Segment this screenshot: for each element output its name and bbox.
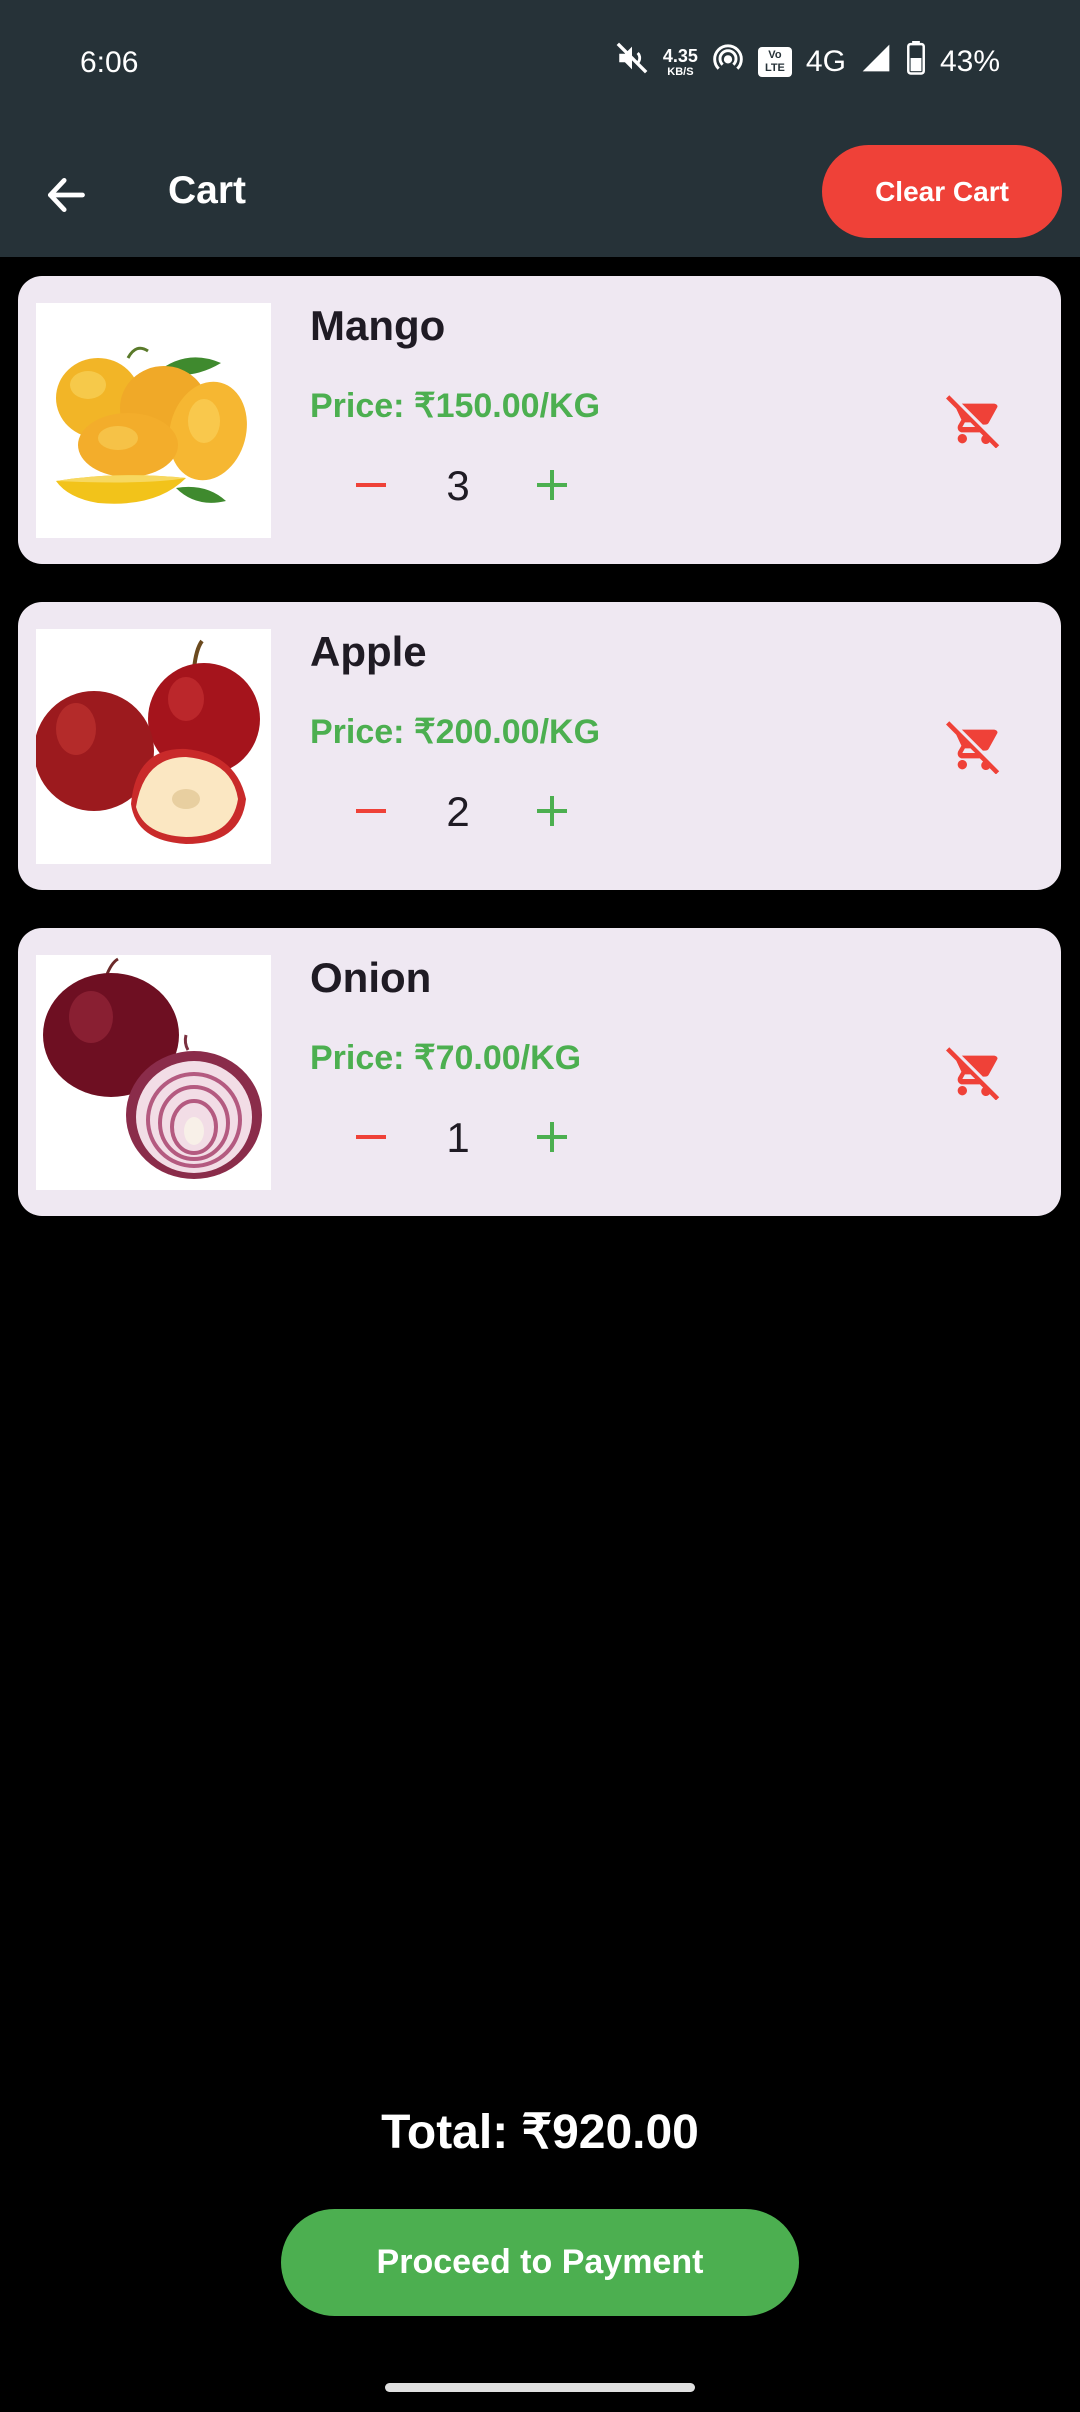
remove-shopping-cart-icon: [946, 721, 1000, 774]
back-button[interactable]: [36, 165, 96, 225]
mute-icon: [615, 41, 649, 83]
quantity-value: 1: [446, 1114, 470, 1161]
increase-quantity-button[interactable]: [521, 780, 583, 842]
item-price: Price: ₹200.00/KG: [310, 713, 601, 751]
plus-icon: [537, 470, 567, 500]
cart-item: Onion Price: ₹70.00/KG 1: [18, 928, 1061, 1216]
cart-total: Total: ₹920.00: [381, 2106, 699, 2159]
arrow-left-icon: [48, 177, 85, 213]
mango-image: [36, 303, 271, 538]
cart-item: Mango Price: ₹150.00/KG 3: [18, 276, 1061, 564]
item-price: Price: ₹70.00/KG: [310, 1039, 582, 1077]
decrease-quantity-button[interactable]: [340, 454, 402, 516]
net-speed: 4.35 KB/S: [663, 47, 698, 78]
minus-icon: [356, 483, 386, 487]
app-bar: Cart Clear Cart: [0, 125, 1080, 257]
remove-item-button[interactable]: [942, 1040, 1006, 1104]
proceed-to-payment-button[interactable]: Proceed to Payment: [281, 2209, 799, 2316]
item-name: Apple: [310, 628, 427, 675]
increase-quantity-button[interactable]: [521, 1106, 583, 1168]
item-name: Mango: [310, 302, 446, 349]
status-icons: 4.35 KB/S Vo LTE 4G 43%: [615, 40, 1000, 84]
cart-list: Mango Price: ₹150.00/KG 3 Apple Price: ₹…: [18, 276, 1061, 1254]
increase-quantity-button[interactable]: [521, 454, 583, 516]
net-speed-value: 4.35: [662, 45, 698, 66]
cart-item: Apple Price: ₹200.00/KG 2: [18, 602, 1061, 890]
minus-icon: [356, 809, 386, 813]
remove-shopping-cart-icon: [946, 1047, 1000, 1100]
status-time: 6:06: [80, 46, 139, 79]
item-price: Price: ₹150.00/KG: [310, 387, 601, 425]
clear-cart-button[interactable]: Clear Cart: [822, 145, 1062, 238]
net-speed-unit: KB/S: [667, 65, 694, 78]
apple-image: [36, 629, 271, 864]
home-indicator[interactable]: [385, 2383, 695, 2392]
network-type: 4G: [805, 45, 846, 78]
status-bar: 6:06 4.35 KB/S Vo LTE 4G 43%: [0, 0, 1080, 125]
item-name: Onion: [310, 954, 432, 1001]
minus-icon: [356, 1135, 386, 1139]
signal-icon: [860, 42, 892, 82]
battery-percent: 43%: [939, 45, 1000, 78]
onion-image: [36, 955, 271, 1190]
quantity-value: 2: [446, 788, 470, 835]
decrease-quantity-button[interactable]: [340, 780, 402, 842]
page-title: Cart: [168, 169, 247, 212]
volte-icon: Vo LTE: [757, 47, 792, 77]
quantity-value: 3: [446, 462, 470, 509]
battery-icon: [906, 41, 926, 83]
plus-icon: [537, 796, 567, 826]
remove-item-button[interactable]: [942, 388, 1006, 452]
decrease-quantity-button[interactable]: [340, 1106, 402, 1168]
hotspot-icon: [712, 42, 744, 82]
plus-icon: [537, 1122, 567, 1152]
remove-item-button[interactable]: [942, 714, 1006, 778]
remove-shopping-cart-icon: [946, 395, 1000, 448]
